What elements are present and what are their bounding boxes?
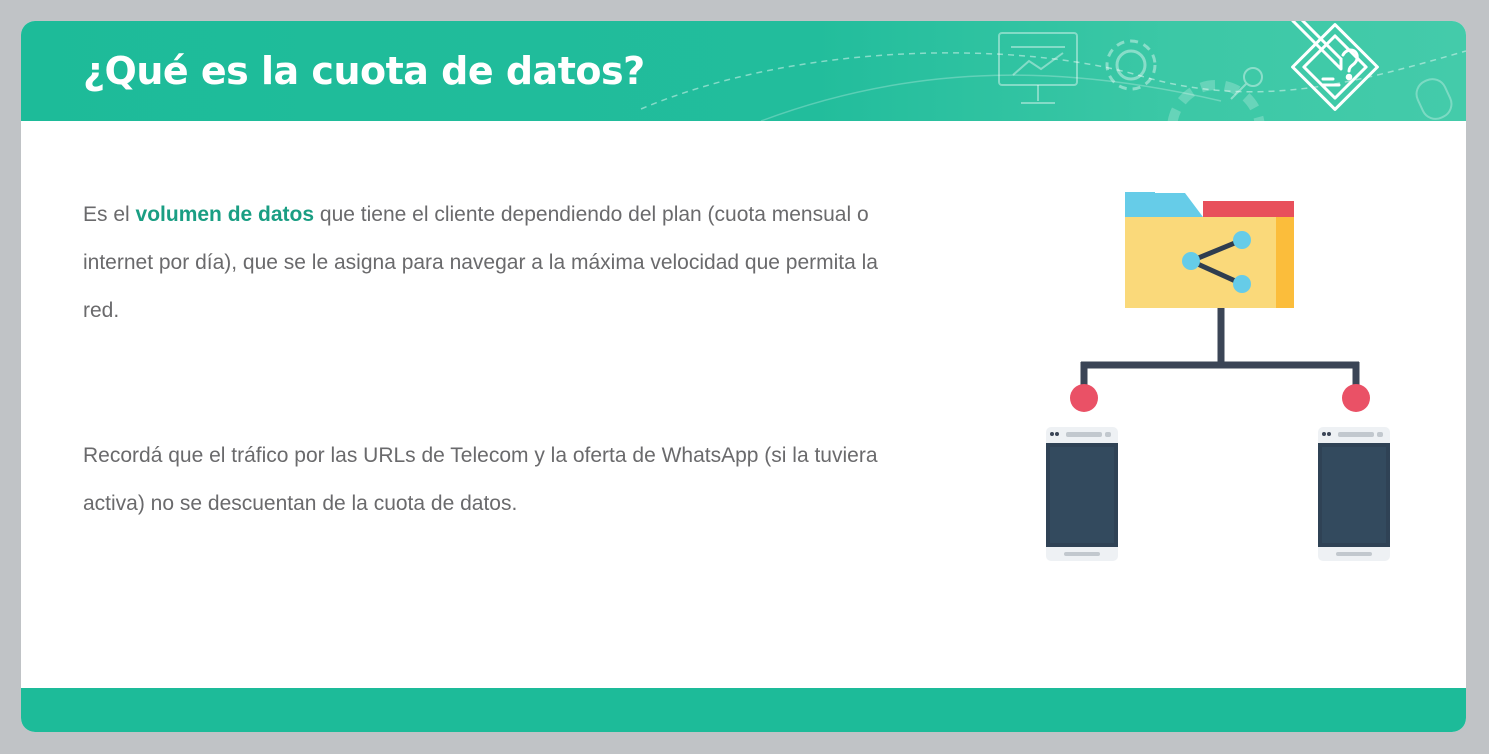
network-node-icon — [1342, 384, 1370, 412]
node-icon — [1230, 67, 1263, 100]
network-connector-lines — [1080, 308, 1360, 388]
highlight-term: volumen de datos — [135, 203, 315, 226]
footer-bar — [21, 688, 1466, 732]
shared-folder-icon — [1125, 192, 1294, 308]
smartphone-icon — [1318, 427, 1390, 561]
monitor-icon — [998, 32, 1078, 104]
reminder-paragraph: Recordá que el tráfico por las URLs de T… — [83, 444, 878, 515]
gear-icon — [1105, 39, 1157, 91]
pencil-checklist-icon — [1291, 21, 1379, 111]
page-title: ¿Qué es la cuota de datos? — [83, 49, 645, 93]
definition-paragraph: Es el volumen de datos que tiene el clie… — [83, 191, 913, 335]
slide-card: ¿Qué es la cuota de datos? Es el volumen… — [21, 21, 1466, 732]
network-node-icon — [1070, 384, 1098, 412]
mouse-icon — [1415, 78, 1453, 120]
smartphone-icon — [1046, 427, 1118, 561]
header-banner: ¿Qué es la cuota de datos? — [21, 21, 1466, 121]
data-sharing-illustration — [1046, 192, 1390, 561]
definition-prefix: Es el — [83, 203, 136, 226]
